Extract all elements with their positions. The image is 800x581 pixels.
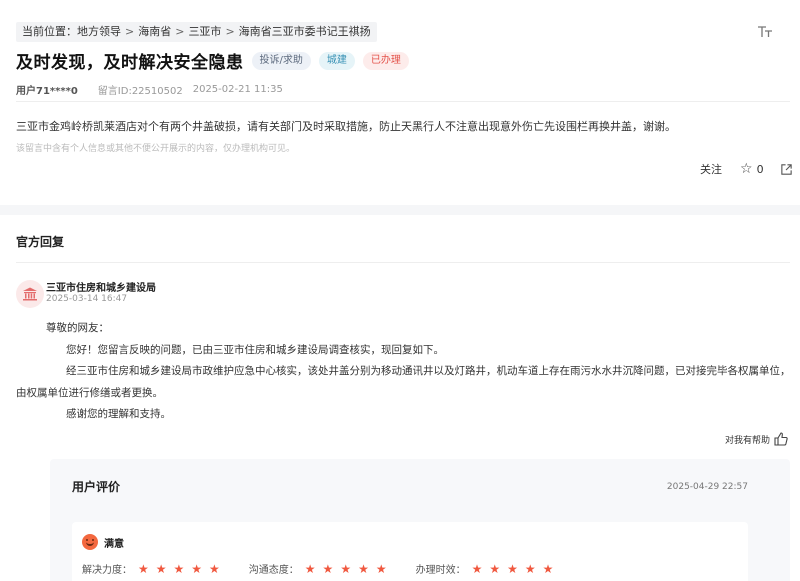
reply-section-title: 官方回复 xyxy=(16,235,65,249)
reply-paragraph-2: 经三亚市住房和城乡建设局市政维护应急中心核实，该处井盖分别为移动通讯井以及灯路井… xyxy=(16,365,791,399)
message-actions: 关注 ☆ 0 xyxy=(700,161,793,177)
evaluation-detail: 满意 解决力度： ★★★★★ 沟通态度： ★★★★★ 办理时效： ★★★★★ xyxy=(72,522,748,581)
user-name: 用户71****0 xyxy=(16,86,78,97)
divider xyxy=(16,101,790,102)
dept-avatar xyxy=(16,280,44,308)
thumbs-up-icon xyxy=(774,432,788,446)
satisfaction-label: 满意 xyxy=(104,538,124,550)
status-badge: 已办理 xyxy=(362,51,409,70)
breadcrumb-item-4[interactable]: 海南省三亚市委书记王祺扬 xyxy=(239,25,371,38)
reply-time: 2025-03-14 16:47 xyxy=(46,294,128,304)
reply-paragraph-3: 感谢您的理解和支持。 xyxy=(66,408,171,420)
page-title: 及时发现，及时解决安全隐患 xyxy=(16,53,244,73)
dept-name: 三亚市住房和城乡建设局 xyxy=(46,283,156,294)
star-rating: ★★★★★ xyxy=(304,561,394,576)
breadcrumb-prefix: 当前位置： xyxy=(22,25,77,38)
type-tag: 投诉/求助 xyxy=(251,51,311,70)
message-id: 留言ID:22510502 xyxy=(97,86,183,97)
evaluation-card: 用户评价 2025-04-29 22:57 满意 解决力度： ★★★★★ 沟通态… xyxy=(50,459,790,581)
message-time: 2025-02-21 11:35 xyxy=(192,84,283,95)
helpful-label: 对我有帮助 xyxy=(725,435,771,446)
section-gap xyxy=(0,205,800,215)
privacy-note: 该留言中含有个人信息或其他不便公开展示的内容，仅办理机构可见。 xyxy=(16,144,296,154)
divider xyxy=(16,262,790,263)
rating-label: 沟通态度： xyxy=(248,565,299,576)
breadcrumb-sep: > xyxy=(175,25,185,38)
evaluation-title: 用户评价 xyxy=(72,480,121,494)
breadcrumb-sep: > xyxy=(125,25,135,38)
rating-communication: 沟通态度： ★★★★★ xyxy=(248,561,394,577)
ratings: 解决力度： ★★★★★ 沟通态度： ★★★★★ 办理时效： ★★★★★ xyxy=(82,561,582,577)
star-rating: ★★★★★ xyxy=(471,561,561,576)
message-content: 三亚市金鸡岭桥凯莱酒店对个有两个井盖破损，请有关部门及时采取措施，防止天黑行人不… xyxy=(16,120,676,133)
title-row: 及时发现，及时解决安全隐患 投诉/求助 城建 已办理 xyxy=(16,48,409,73)
font-size-icon[interactable] xyxy=(757,24,773,40)
government-building-icon xyxy=(23,287,37,301)
message-meta: 用户71****0 留言ID:22510502 2025-02-21 11:35 xyxy=(16,82,283,97)
reply-greeting: 尊敬的网友： xyxy=(46,322,109,334)
rating-label: 解决力度： xyxy=(82,565,132,576)
smile-icon xyxy=(82,534,98,550)
rating-resolution: 解决力度： ★★★★★ xyxy=(82,561,227,577)
rating-label: 办理时效： xyxy=(415,565,466,576)
share-icon[interactable] xyxy=(780,163,793,176)
breadcrumb-item-2[interactable]: 海南省 xyxy=(138,25,171,38)
like-count: 0 xyxy=(756,162,764,176)
helpful-button[interactable]: 对我有帮助 xyxy=(725,432,788,446)
star-icon[interactable]: ☆ xyxy=(740,161,753,177)
follow-button[interactable]: 关注 xyxy=(700,161,722,177)
breadcrumb-sep: > xyxy=(225,25,235,38)
reply-body: 尊敬的网友： 您好！您留言反映的问题，已由三亚市住房和城乡建设局调查核实，现回复… xyxy=(16,318,792,426)
rating-timeliness: 办理时效： ★★★★★ xyxy=(415,561,561,577)
star-rating: ★★★★★ xyxy=(138,561,227,576)
domain-tag: 城建 xyxy=(318,51,355,70)
breadcrumb-item-1[interactable]: 地方领导 xyxy=(77,25,121,38)
breadcrumb-item-3[interactable]: 三亚市 xyxy=(188,25,221,38)
satisfaction: 满意 xyxy=(82,534,124,550)
evaluation-time: 2025-04-29 22:57 xyxy=(666,482,748,492)
breadcrumb: 当前位置：地方领导 > 海南省 > 三亚市 > 海南省三亚市委书记王祺扬 xyxy=(16,22,377,42)
reply-paragraph-1: 您好！您留言反映的问题，已由三亚市住房和城乡建设局调查核实，现回复如下。 xyxy=(66,343,444,356)
